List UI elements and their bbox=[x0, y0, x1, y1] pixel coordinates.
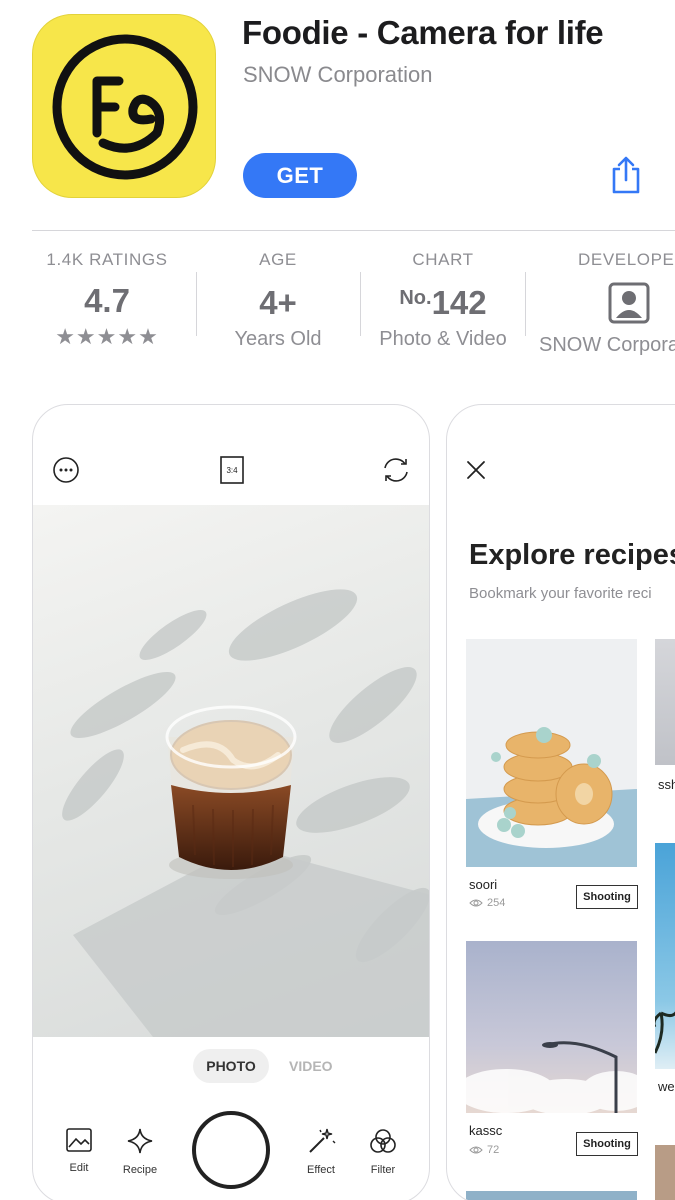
mode-video-tab[interactable]: VIDEO bbox=[289, 1058, 333, 1074]
screenshot-explore[interactable]: Explore recipes Bookmark your favorite r… bbox=[446, 404, 675, 1200]
recipe-user[interactable]: soori bbox=[469, 877, 497, 892]
recipe-views: 72 bbox=[469, 1144, 499, 1156]
filter-icon bbox=[370, 1129, 396, 1153]
edit-tool[interactable]: Edit bbox=[49, 1127, 109, 1174]
age-sub: Years Old bbox=[234, 328, 322, 350]
chart-rank: No.142 bbox=[363, 284, 523, 322]
recipe-image-partial[interactable] bbox=[655, 843, 675, 1069]
edit-icon bbox=[66, 1128, 92, 1152]
screenshot-camera[interactable]: 3:4 PHOTO VIDEO Edit Recipe Effect Filte… bbox=[32, 404, 430, 1200]
chart-label: CHART bbox=[412, 250, 474, 269]
developer-info[interactable]: DEVELOPER SNOW Corpora bbox=[537, 250, 675, 357]
recipe-image-partial[interactable] bbox=[655, 639, 675, 765]
switch-camera-icon[interactable] bbox=[381, 455, 411, 485]
app-developer-link[interactable]: SNOW Corporation bbox=[243, 62, 433, 88]
effect-tool[interactable]: Effect bbox=[291, 1127, 351, 1176]
shooting-button[interactable]: Shooting bbox=[576, 885, 638, 909]
sparkle-icon bbox=[127, 1128, 153, 1154]
rating-value: 4.7 bbox=[84, 282, 130, 319]
info-separator bbox=[196, 272, 197, 336]
explore-title: Explore recipes bbox=[469, 539, 675, 571]
shutter-button[interactable] bbox=[192, 1111, 270, 1189]
age-info: AGE 4+ Years Old bbox=[198, 250, 358, 351]
chart-prefix: No. bbox=[399, 287, 432, 309]
recipe-image-partial[interactable] bbox=[655, 1145, 675, 1200]
recipe-image-streetlamp[interactable] bbox=[466, 941, 637, 1113]
recipe-user[interactable]: kassc bbox=[469, 1123, 502, 1138]
edit-label: Edit bbox=[69, 1162, 89, 1174]
chart-sub: Photo & Video bbox=[379, 328, 507, 350]
eye-icon bbox=[469, 899, 483, 907]
info-separator bbox=[360, 272, 361, 336]
get-button[interactable]: GET bbox=[243, 153, 357, 198]
share-icon[interactable] bbox=[604, 153, 648, 197]
recipe-tool[interactable]: Recipe bbox=[110, 1127, 170, 1176]
age-value: 4+ bbox=[259, 284, 297, 321]
recipe-user[interactable]: we bbox=[658, 1079, 675, 1094]
aspect-ratio-icon[interactable]: 3:4 bbox=[217, 455, 247, 485]
shooting-button[interactable]: Shooting bbox=[576, 1132, 638, 1156]
magic-wand-icon bbox=[309, 1128, 336, 1153]
app-title: Foodie - Camera for life bbox=[242, 14, 604, 51]
developer-icon bbox=[537, 282, 675, 326]
ratings-info[interactable]: 1.4K RATINGS 4.7 ★★★★★ bbox=[27, 250, 187, 350]
filter-tool[interactable]: Filter bbox=[353, 1127, 413, 1176]
more-icon[interactable] bbox=[51, 455, 81, 485]
age-label: AGE bbox=[259, 250, 297, 269]
recipe-views-count: 72 bbox=[487, 1144, 500, 1156]
recipe-image-donuts[interactable] bbox=[466, 639, 637, 867]
header-divider bbox=[32, 230, 675, 231]
camera-preview-photo bbox=[33, 505, 429, 1037]
info-separator bbox=[525, 272, 526, 336]
rating-stars: ★★★★★ bbox=[55, 324, 159, 349]
app-icon bbox=[32, 14, 216, 198]
ratings-label: 1.4K RATINGS bbox=[46, 250, 168, 269]
chart-info[interactable]: CHART No.142 Photo & Video bbox=[363, 250, 523, 351]
close-icon[interactable] bbox=[463, 457, 489, 483]
developer-sub: SNOW Corpora bbox=[539, 334, 675, 356]
effect-label: Effect bbox=[307, 1164, 335, 1176]
mode-photo-tab[interactable]: PHOTO bbox=[193, 1049, 269, 1083]
recipe-label: Recipe bbox=[122, 1164, 158, 1176]
recipe-user[interactable]: ssh bbox=[658, 777, 675, 792]
aspect-ratio-label: 3:4 bbox=[226, 466, 238, 475]
eye-icon bbox=[469, 1146, 483, 1154]
filter-label: Filter bbox=[370, 1164, 396, 1176]
developer-label: DEVELOPER bbox=[578, 250, 675, 269]
explore-subtitle: Bookmark your favorite reci bbox=[469, 585, 652, 602]
recipe-views-count: 254 bbox=[487, 897, 506, 909]
chart-value: 142 bbox=[431, 284, 487, 321]
recipe-image-partial[interactable] bbox=[466, 1191, 637, 1200]
recipe-views: 254 bbox=[469, 897, 505, 909]
